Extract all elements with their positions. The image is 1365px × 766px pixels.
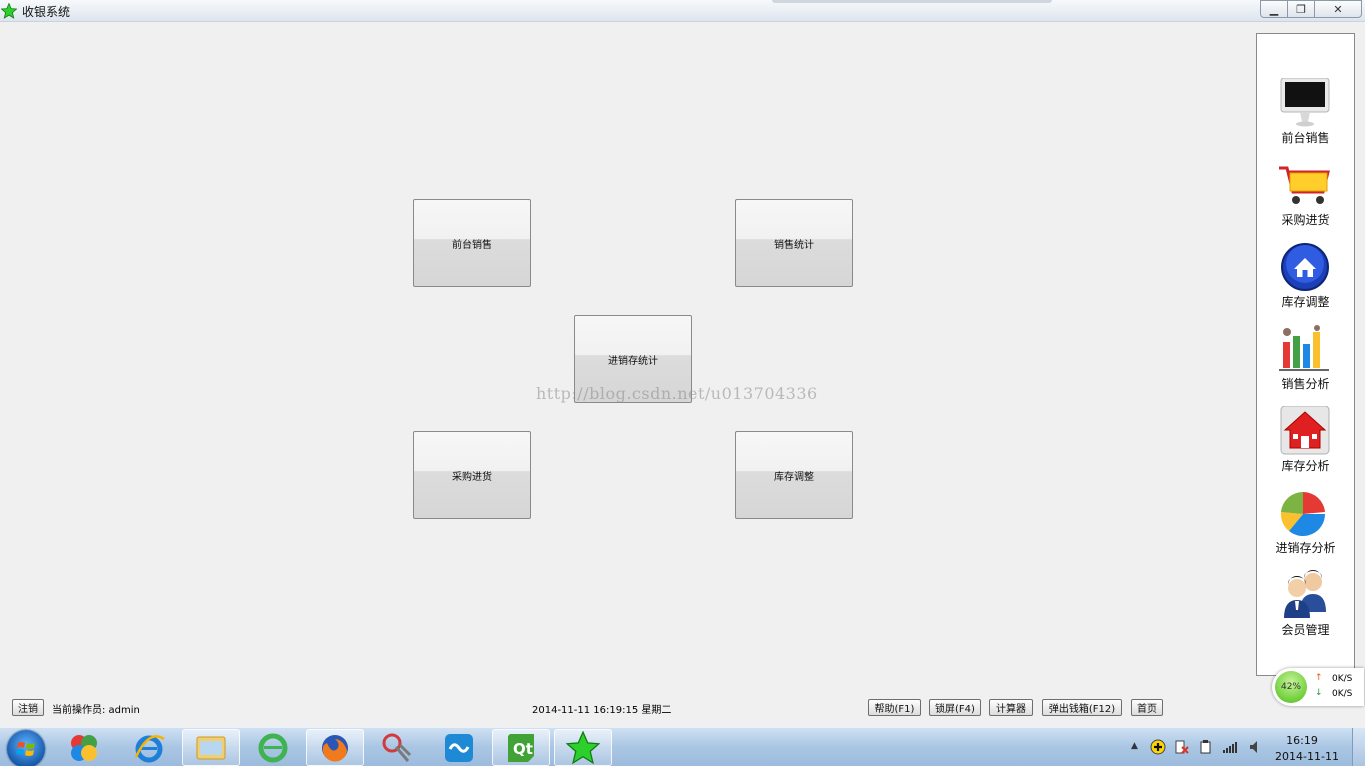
taskbar-app-qt[interactable]: Qt xyxy=(492,729,550,766)
volume-icon[interactable] xyxy=(1248,739,1264,755)
show-desktop-button[interactable] xyxy=(1352,728,1365,766)
sidebar-item-inventory-analysis[interactable]: 进销存分析 xyxy=(1257,488,1354,568)
security-icon[interactable] xyxy=(1150,739,1166,755)
help-button[interactable]: 帮助(F1) xyxy=(868,699,921,716)
firefox-icon xyxy=(322,734,348,762)
taskbar-app-explorer[interactable] xyxy=(182,729,240,766)
logout-button[interactable]: 注销 xyxy=(12,699,44,716)
stock-adjust-tile-label: 库存调整 xyxy=(774,471,814,483)
close-button[interactable]: ✕ xyxy=(1314,0,1362,18)
title-divider xyxy=(772,0,1052,3)
title-bar: 收银系统 ▁ ❐ ✕ xyxy=(0,0,1365,22)
taskbar: Qt ▲ 16:19 2014-11-11 xyxy=(0,727,1365,766)
sidebar-item-label: 销售分析 xyxy=(1281,377,1330,391)
calculator-button[interactable]: 计算器 xyxy=(989,699,1033,716)
sidebar-item-stock-adjust[interactable]: 库存调整 xyxy=(1257,242,1354,322)
inventory-stats-tile-label: 进销存统计 xyxy=(608,355,658,367)
side-panel: 前台销售 采购进货 库存调整 销售分析 库存分析 进销存分析 会员管理 xyxy=(1256,33,1355,676)
watermark: http://blog.csdn.net/u013704336 xyxy=(536,384,818,403)
minimize-button[interactable]: ▁ xyxy=(1260,0,1288,18)
minimize-icon: ▁ xyxy=(1269,2,1279,16)
upload-speed: 0K/S xyxy=(1332,674,1353,684)
taskbar-app-cloud[interactable] xyxy=(55,729,113,766)
lock-screen-button[interactable]: 锁屏(F4) xyxy=(929,699,981,716)
sidebar-item-purchase[interactable]: 采购进货 xyxy=(1257,160,1354,240)
bar-chart-icon xyxy=(1279,325,1329,371)
download-speed: 0K/S xyxy=(1332,689,1353,699)
clock-time[interactable]: 16:19 xyxy=(1272,734,1332,747)
taskbar-app-snipping[interactable] xyxy=(368,729,426,766)
start-button[interactable] xyxy=(7,730,45,766)
taskbar-app-browser[interactable] xyxy=(244,729,302,766)
tray-expand-icon[interactable]: ▲ xyxy=(1131,741,1138,751)
open-cash-drawer-button[interactable]: 弹出钱箱(F12) xyxy=(1042,699,1122,716)
taskbar-app-firefox[interactable] xyxy=(306,729,364,766)
sidebar-item-member-management[interactable]: 会员管理 xyxy=(1257,570,1354,650)
sidebar-item-stock-analysis[interactable]: 库存分析 xyxy=(1257,406,1354,486)
network-usage-percent: 42% xyxy=(1275,671,1307,703)
windows-logo-icon xyxy=(16,742,35,756)
purchase-tile[interactable]: 采购进货 xyxy=(413,431,531,519)
cloud-app-icon xyxy=(71,734,97,761)
qt-creator-icon: Qt xyxy=(508,733,534,762)
current-datetime: 2014-11-11 16:19:15 星期二 xyxy=(532,705,672,716)
current-operator: 当前操作员: admin xyxy=(52,705,140,716)
sales-stats-tile[interactable]: 销售统计 xyxy=(735,199,853,287)
svg-text:Qt: Qt xyxy=(513,740,533,758)
purchase-tile-label: 采购进货 xyxy=(452,471,492,483)
home-button[interactable]: 首页 xyxy=(1131,699,1163,716)
restore-button[interactable]: ❐ xyxy=(1287,0,1315,18)
restore-icon: ❐ xyxy=(1296,2,1306,16)
green-star-icon xyxy=(1,3,17,19)
home-icon xyxy=(1281,243,1329,291)
sidebar-item-label: 进销存分析 xyxy=(1275,541,1336,555)
sidebar-item-label: 会员管理 xyxy=(1281,623,1330,637)
ie-green-icon xyxy=(258,733,288,762)
snipping-tool-icon xyxy=(382,733,412,762)
pie-chart-icon xyxy=(1280,491,1325,537)
monitor-icon xyxy=(1280,78,1330,127)
action-center-icon[interactable] xyxy=(1174,739,1190,755)
taskbar-app-sync[interactable] xyxy=(430,729,488,766)
shopping-cart-icon xyxy=(1279,166,1330,204)
taskbar-app-ie[interactable] xyxy=(120,729,178,766)
front-sales-tile-label: 前台销售 xyxy=(452,239,492,251)
sidebar-item-label: 采购进货 xyxy=(1281,213,1330,227)
red-house-icon xyxy=(1280,406,1330,455)
network-signal-icon[interactable] xyxy=(1222,739,1238,755)
sidebar-item-front-sales[interactable]: 前台销售 xyxy=(1257,78,1354,158)
cash-register-app-icon xyxy=(566,730,600,764)
network-speed-widget[interactable]: 42% ↑ ↓ 0K/S 0K/S xyxy=(1272,668,1364,706)
sidebar-item-sales-analysis[interactable]: 销售分析 xyxy=(1257,324,1354,404)
file-explorer-icon xyxy=(196,736,226,759)
sidebar-item-label: 库存分析 xyxy=(1281,459,1330,473)
internet-explorer-icon xyxy=(134,734,165,762)
window-title: 收银系统 xyxy=(22,5,71,19)
sidebar-item-label: 库存调整 xyxy=(1281,295,1330,309)
system-tray: ▲ xyxy=(1126,729,1276,766)
sync-app-icon xyxy=(445,733,473,762)
stock-adjust-tile[interactable]: 库存调整 xyxy=(735,431,853,519)
upload-arrow-icon: ↑ xyxy=(1315,673,1323,683)
sales-stats-tile-label: 销售统计 xyxy=(774,239,814,251)
close-icon: ✕ xyxy=(1333,2,1343,16)
device-icon[interactable] xyxy=(1198,739,1214,755)
users-icon xyxy=(1284,570,1326,618)
clock-date[interactable]: 2014-11-11 xyxy=(1272,750,1342,763)
front-sales-tile[interactable]: 前台销售 xyxy=(413,199,531,287)
download-arrow-icon: ↓ xyxy=(1315,688,1323,698)
sidebar-item-label: 前台销售 xyxy=(1281,131,1330,145)
taskbar-app-cashier[interactable] xyxy=(554,729,612,766)
